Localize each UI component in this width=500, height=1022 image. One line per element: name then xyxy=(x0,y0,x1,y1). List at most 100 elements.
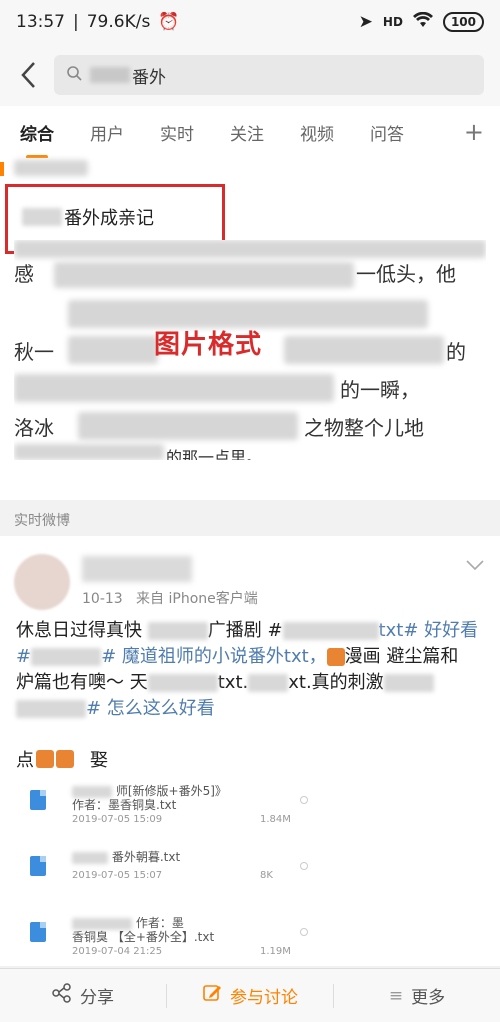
file-item[interactable]: 作者：墨 香铜臭 【全+番外全】.txt 2019-07-04 21:25 1.… xyxy=(30,908,330,968)
blurred-title-prefix xyxy=(22,208,62,226)
file-item[interactable]: 师[新修版+番外5]》 作者：墨香铜臭.txt 2019-07-05 15:09… xyxy=(30,776,330,836)
discuss-button[interactable]: 参与讨论 xyxy=(167,983,333,1008)
blurred-text xyxy=(248,674,289,692)
file-name-line2: 作者：墨香铜臭.txt xyxy=(72,798,177,812)
attachment-prefix: 点 xyxy=(16,750,34,771)
image-mosaic xyxy=(54,262,354,288)
back-arrow-icon[interactable] xyxy=(16,60,40,90)
image-text-8: 的那一点里。 xyxy=(166,448,263,460)
file-name-line2: 香铜臭 【全+番外全】.txt xyxy=(72,930,215,944)
tab-qa[interactable]: 问答 xyxy=(370,120,404,145)
file-date: 2019-07-04 21:25 xyxy=(72,946,163,957)
image-mosaic xyxy=(68,336,158,364)
post-text-fragment: txt. xyxy=(217,672,249,693)
signal-icon: HD xyxy=(382,15,403,29)
share-label: 分享 xyxy=(80,988,114,1008)
image-mosaic xyxy=(78,412,298,440)
txt-file-icon xyxy=(30,790,46,810)
article-card[interactable]: 番外成亲记 感 一低头，他 秋一 图片格式 的 的一瞬， 洛冰 之物整个儿地 的… xyxy=(0,158,500,500)
blurred-section-label xyxy=(14,160,88,176)
share-icon xyxy=(52,983,72,1008)
emoji-icon xyxy=(326,648,345,666)
search-input[interactable]: 番外 xyxy=(54,55,484,95)
location-icon: ➤ xyxy=(358,12,373,32)
share-button[interactable]: 分享 xyxy=(0,983,166,1008)
image-mosaic xyxy=(14,240,486,258)
file-name-text: 番外朝暮.txt xyxy=(111,850,181,864)
add-tab-icon[interactable]: + xyxy=(464,118,484,146)
hashtag-link[interactable]: # 魔道祖师的小说番外txt， xyxy=(101,646,327,667)
image-format-label: 图片格式 xyxy=(154,330,263,360)
image-mosaic xyxy=(284,336,444,364)
file-status-dot xyxy=(300,928,308,936)
hashtag-link[interactable]: # 怎么这么好看 xyxy=(86,698,215,719)
avatar[interactable] xyxy=(14,554,70,610)
article-image[interactable]: 感 一低头，他 秋一 图片格式 的 的一瞬， 洛冰 之物整个儿地 的那一点里。 xyxy=(14,240,486,460)
image-text-5: 的一瞬， xyxy=(340,378,420,402)
battery-indicator: 100 xyxy=(442,12,484,32)
search-tabs: 综合 用户 实时 关注 视频 问答 + xyxy=(0,106,500,159)
realtime-section-header: 实时微博 xyxy=(0,506,500,536)
blurred-text xyxy=(282,622,379,640)
search-query-suffix: 番外 xyxy=(132,67,166,88)
search-icon xyxy=(66,65,82,85)
attachment-label: 点 娶 xyxy=(16,746,108,772)
hashtag-link[interactable]: txt# 好好看 xyxy=(379,620,479,641)
post-text-fragment: xt.真的刺激 xyxy=(288,672,384,693)
weibo-post[interactable]: 10-13 来自 iPhone客户端 休息日过得真快 广播剧 # txt# 好好看… xyxy=(0,536,500,966)
wifi-icon xyxy=(412,11,433,33)
post-meta: 10-13 来自 iPhone客户端 xyxy=(82,588,258,608)
network-speed: 79.6K/s xyxy=(86,12,151,32)
discuss-label: 参与讨论 xyxy=(230,988,298,1008)
file-size: 8K xyxy=(260,870,273,881)
chevron-down-icon[interactable] xyxy=(466,556,484,575)
file-date: 2019-07-05 15:09 xyxy=(72,814,163,825)
image-text-6: 洛冰 xyxy=(14,416,54,440)
emoji-icon xyxy=(36,750,54,768)
file-status-dot xyxy=(300,796,308,804)
tab-users[interactable]: 用户 xyxy=(90,120,124,145)
blurred-query-text xyxy=(90,67,130,83)
image-text-1: 感 xyxy=(14,262,34,286)
status-bar: 13:57 | 79.6K/s ⏰ ➤ HD 100 xyxy=(0,0,500,44)
txt-file-icon xyxy=(30,922,46,942)
hashtag-link[interactable]: # xyxy=(16,646,31,667)
file-item[interactable]: 番外朝暮.txt 2019-07-05 15:07 8K xyxy=(30,842,330,902)
file-date: 2019-07-05 15:07 xyxy=(72,870,163,881)
article-title-text: 番外成亲记 xyxy=(64,208,154,229)
tab-realtime[interactable]: 实时 xyxy=(160,120,194,145)
blurred-username[interactable] xyxy=(82,556,192,582)
article-title[interactable]: 番外成亲记 xyxy=(22,204,154,230)
file-status-dot xyxy=(300,862,308,870)
image-text-4: 的 xyxy=(446,340,466,364)
txt-file-icon xyxy=(30,856,46,876)
image-text-3: 秋一 xyxy=(14,340,54,364)
file-name: 番外朝暮.txt xyxy=(72,848,180,865)
tab-video[interactable]: 视频 xyxy=(300,120,334,145)
blurred-text xyxy=(31,648,102,666)
blurred-text xyxy=(147,674,218,692)
bottom-action-bar: 分享 参与讨论 ≡ 更多 xyxy=(0,968,500,1022)
status-time: 13:57 xyxy=(16,12,65,32)
post-text-fragment: 广播剧 # xyxy=(207,620,283,641)
blurred-text xyxy=(383,674,434,692)
menu-icon: ≡ xyxy=(388,985,404,1006)
blurred-text xyxy=(147,622,208,640)
emoji-icon xyxy=(56,750,74,768)
alarm-icon: ⏰ xyxy=(158,12,180,32)
post-text-fragment: 漫画 避尘篇和 xyxy=(344,646,459,667)
more-label: 更多 xyxy=(411,988,446,1008)
section-marker xyxy=(0,162,4,176)
tab-comprehensive[interactable]: 综合 xyxy=(20,120,54,159)
file-list: 师[新修版+番外5]》 作者：墨香铜臭.txt 2019-07-05 15:09… xyxy=(30,776,330,968)
image-mosaic xyxy=(14,374,334,402)
search-header: 番外 xyxy=(0,44,500,106)
blurred-text xyxy=(16,700,86,718)
post-text-fragment: 炉篇也有噢～ 天 xyxy=(16,672,148,693)
tab-following[interactable]: 关注 xyxy=(230,120,264,145)
file-size: 1.84M xyxy=(260,814,291,825)
more-button[interactable]: ≡ 更多 xyxy=(334,983,500,1009)
post-text-fragment: 休息日过得真快 xyxy=(16,620,148,641)
file-size: 1.19M xyxy=(260,946,291,957)
post-date: 10-13 xyxy=(82,591,123,607)
